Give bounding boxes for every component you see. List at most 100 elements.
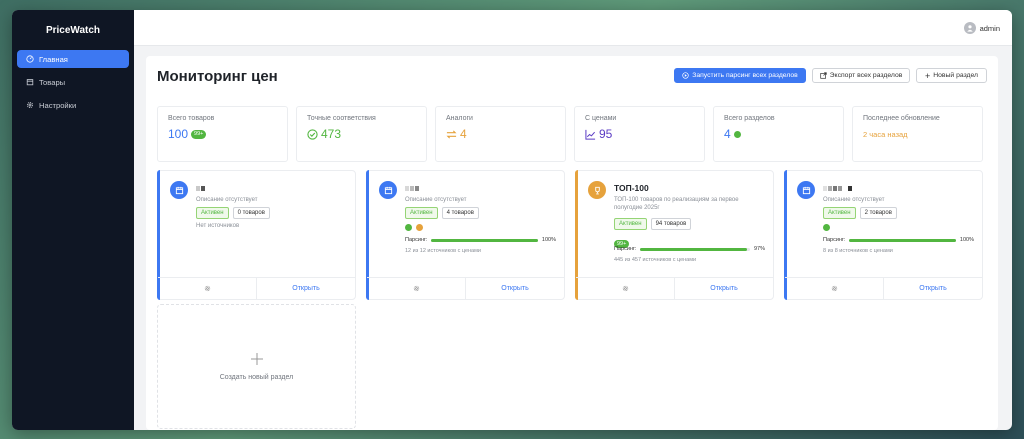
card-footer: Открыть [367,277,564,299]
stat-total-sections: Всего разделов 4 [713,106,844,162]
no-sources-note: Нет источников [196,223,240,229]
sources-summary: 8 из 8 источников с ценами [823,248,893,254]
count-badge: 2 товаров [859,207,897,219]
stat-label: Последнее обновление [863,115,940,122]
gear-icon [204,285,210,292]
card-title [823,183,853,193]
exact-dot [405,224,412,231]
count-badge: 0 товаров [232,207,270,219]
parsing-progress: Парсинг: 97% [614,246,765,252]
card-title [405,183,420,193]
card-open-button[interactable]: Открыть [675,278,773,299]
status-badge: Активен [823,207,856,219]
dashboard-icon [26,55,34,63]
sidebar-item-settings[interactable]: Настройки [17,96,129,114]
new-section-button[interactable]: + Новый раздел [916,68,987,83]
progress-fill [640,247,747,251]
match-indicators [823,224,830,231]
plus-icon [250,353,263,365]
card-footer: Открыть [785,277,982,299]
card-settings-button[interactable] [158,278,257,299]
progress-fill [431,238,538,242]
app-window: PriceWatch Главная Товары Настройки admi… [12,10,1012,430]
play-circle-icon [682,72,689,79]
calendar-icon [170,181,188,199]
sidebar: PriceWatch Главная Товары Настройки [12,10,134,430]
section-card: Описание отсутствует Активен 0 товаров Н… [157,170,356,300]
export-label: Экспорт всех разделов [829,72,903,79]
stat-last-update: Последнее обновление 2 часа назад [852,106,983,162]
create-section-card[interactable]: Создать новый раздел [157,304,356,429]
card-settings-button[interactable] [785,278,884,299]
user-menu[interactable]: admin [963,22,1000,34]
card-description: ТОП-100 товаров по реализациям за первое… [614,197,739,211]
sources-summary: 445 из 457 источников с ценами [614,257,697,263]
status-badge: Активен [196,207,229,219]
plus-icon: + [924,70,931,81]
stat-with-prices: С ценами 95 [574,106,705,162]
avatar [963,22,976,34]
progress-fill [849,238,956,242]
stat-value-row: 4 [446,127,555,141]
sidebar-item-home[interactable]: Главная [17,50,129,68]
stat-exact-matches: Точные соответствия 473 [296,106,427,162]
trophy-icon [588,181,606,199]
sidebar-item-label: Главная [39,54,68,64]
stat-value: 4 [460,127,467,141]
card-footer: Открыть [158,277,355,299]
progress-bar [431,238,538,242]
sidebar-item-label: Товары [39,77,66,87]
card-open-button[interactable]: Открыть [884,278,982,299]
stat-label: Точные соответствия [307,115,376,122]
progress-bar [849,238,956,242]
card-tags: Активен 0 товаров [196,207,270,219]
status-badge: Активен [614,218,647,230]
section-card: Описание отсутствует Активен 2 товаров П… [784,170,983,300]
card-footer: Открыть [576,277,773,299]
run-all-label: Запустить парсинг всех разделов [692,72,798,79]
parsing-progress: Парсинг: 100% [823,237,974,243]
sidebar-item-products[interactable]: Товары [17,73,129,91]
gear-icon [413,285,419,292]
stat-value-row: 95 [585,127,694,141]
gear-icon [831,285,837,292]
sidebar-item-label: Настройки [39,100,77,110]
gear-icon [622,285,628,292]
create-section-label: Создать новый раздел [219,374,294,381]
box-icon [26,79,34,86]
stat-value: 4 [724,127,731,141]
stat-label: Всего товаров [168,115,215,122]
new-section-label: Новый раздел [933,72,979,79]
stat-label: Всего разделов [724,115,775,122]
card-open-button[interactable]: Открыть [257,278,355,299]
match-indicators [405,224,423,231]
user-icon [966,25,973,32]
calendar-icon [797,181,815,199]
stat-value: 95 [599,127,613,141]
run-all-parsing-button[interactable]: Запустить парсинг всех разделов [674,68,806,83]
gear-icon [26,101,34,109]
card-settings-button[interactable] [367,278,466,299]
card-title: ТОП-100 [614,183,649,193]
parsing-label: Парсинг: [614,246,637,252]
card-description: Описание отсутствует [823,197,885,203]
section-card: ТОП-100 ТОП-100 товаров по реализациям з… [575,170,774,300]
card-description: Описание отсутствует [405,197,467,203]
chart-line-icon [585,129,596,140]
card-open-button[interactable]: Открыть [466,278,564,299]
card-settings-button[interactable] [576,278,675,299]
card-tags: Активен 94 товаров [614,218,692,230]
parsing-progress: Парсинг: 100% [405,237,556,243]
stat-value: 2 часа назад [863,130,908,139]
parsing-percent: 97% [753,246,765,252]
parsing-percent: 100% [959,237,974,243]
stat-value-row: 100 99+ [168,127,277,141]
export-icon [820,72,827,79]
status-badge: Активен [405,207,438,219]
analog-dot [416,224,423,231]
check-circle-icon [307,128,318,140]
parsing-label: Парсинг: [405,237,428,243]
export-all-button[interactable]: Экспорт всех разделов [812,68,910,83]
card-description: Описание отсутствует [196,197,258,203]
parsing-percent: 100% [541,237,556,243]
